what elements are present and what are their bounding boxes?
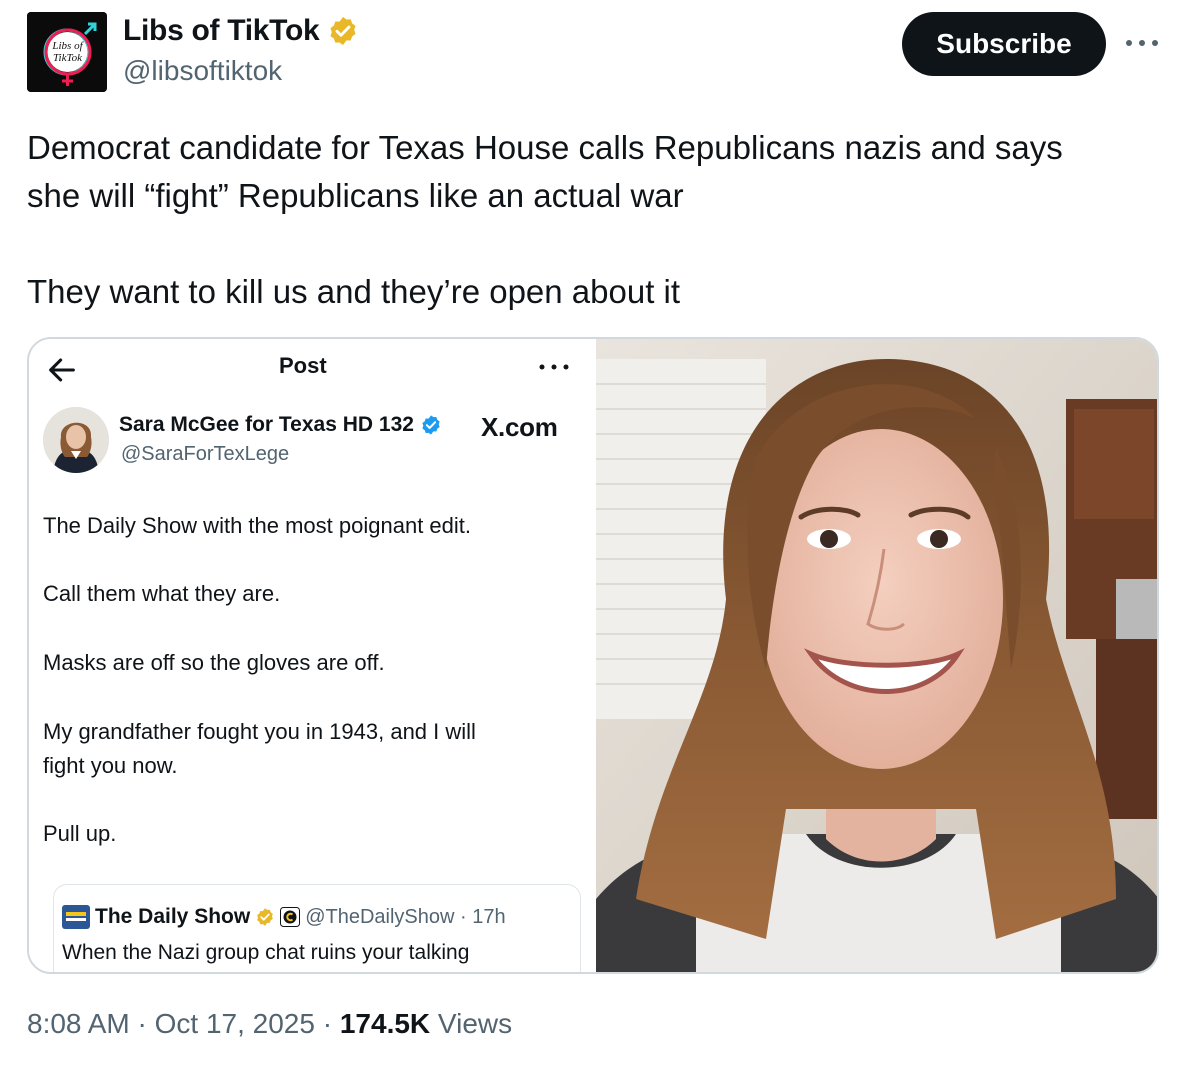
- post-date[interactable]: Oct 17, 2025: [155, 1008, 315, 1039]
- embedded-post-line: fight you now.: [43, 753, 178, 778]
- separator: ·: [129, 1008, 155, 1039]
- embedded-post-line: My grandfather fought you in 1943, and I…: [43, 719, 476, 744]
- embedded-more-icon: [539, 364, 569, 370]
- separator: ·: [314, 1008, 340, 1039]
- tweet-line: They want to kill us and they’re open ab…: [27, 273, 681, 310]
- embedded-author-handle: @SaraForTexLege: [121, 443, 290, 465]
- account-handle[interactable]: @libsoftiktok: [123, 55, 282, 87]
- embedded-author-name: Sara McGee for Texas HD 132: [119, 413, 414, 436]
- quoted-post: The Daily Show @TheDailyShow · 17h When …: [53, 884, 581, 972]
- verified-gold-badge-icon: [257, 908, 274, 926]
- embedded-author-name-row: Sara McGee for Texas HD 132: [119, 413, 442, 437]
- embedded-post-line: Masks are off so the gloves are off.: [43, 650, 385, 675]
- subscribe-button[interactable]: Subscribe: [902, 12, 1106, 76]
- woman-portrait-photo[interactable]: [596, 339, 1157, 972]
- quoted-post-text: When the Nazi group chat ruins your talk…: [62, 941, 470, 964]
- quoted-post-meta: @TheDailyShow · 17h: [305, 905, 506, 928]
- verified-blue-badge-icon: [422, 415, 440, 435]
- tweet-line: she will “fight” Republicans like an act…: [27, 177, 684, 214]
- svg-text:TikTok: TikTok: [53, 52, 83, 64]
- tweet-text: Democrat candidate for Texas House calls…: [27, 124, 1157, 316]
- tweet-media[interactable]: Post Sara McGee for Texas HD 132 @SaraFo…: [27, 337, 1159, 974]
- views-count: 174.5K: [339, 1008, 431, 1039]
- embedded-post-line: Pull up.: [43, 821, 117, 846]
- embedded-post-title: Post: [279, 353, 327, 378]
- account-name-row[interactable]: Libs of TikTok: [123, 14, 359, 48]
- account-name[interactable]: Libs of TikTok: [123, 14, 320, 48]
- tweet-line: Democrat candidate for Texas House calls…: [27, 129, 1063, 166]
- svg-text:Libs of: Libs of: [51, 40, 84, 52]
- more-options-icon[interactable]: [1124, 28, 1160, 58]
- post-time[interactable]: 8:08 AM: [27, 1008, 130, 1039]
- quoted-author-name: The Daily Show: [95, 905, 251, 928]
- tweet-footer: 8:08 AM · Oct 17, 2025 · 174.5K Views: [27, 1008, 512, 1040]
- back-arrow-icon: [49, 358, 75, 382]
- verified-gold-badge-icon[interactable]: [327, 15, 359, 47]
- daily-show-logo-icon: [62, 905, 90, 929]
- views-label: Views: [430, 1008, 513, 1039]
- embedded-post-screenshot[interactable]: Post Sara McGee for Texas HD 132 @SaraFo…: [29, 339, 596, 972]
- embedded-author-avatar: [43, 407, 109, 473]
- affiliate-badge-icon: [280, 907, 301, 927]
- embedded-post-line: Call them what they are.: [43, 581, 281, 606]
- libs-of-tiktok-logo: Libs of TikTok: [27, 12, 107, 92]
- quoted-post-header: The Daily Show @TheDailyShow · 17h: [62, 905, 506, 929]
- embedded-post-line: The Daily Show with the most poignant ed…: [43, 513, 472, 538]
- x-com-watermark: X.com: [481, 412, 558, 442]
- account-avatar[interactable]: Libs of TikTok: [27, 12, 107, 92]
